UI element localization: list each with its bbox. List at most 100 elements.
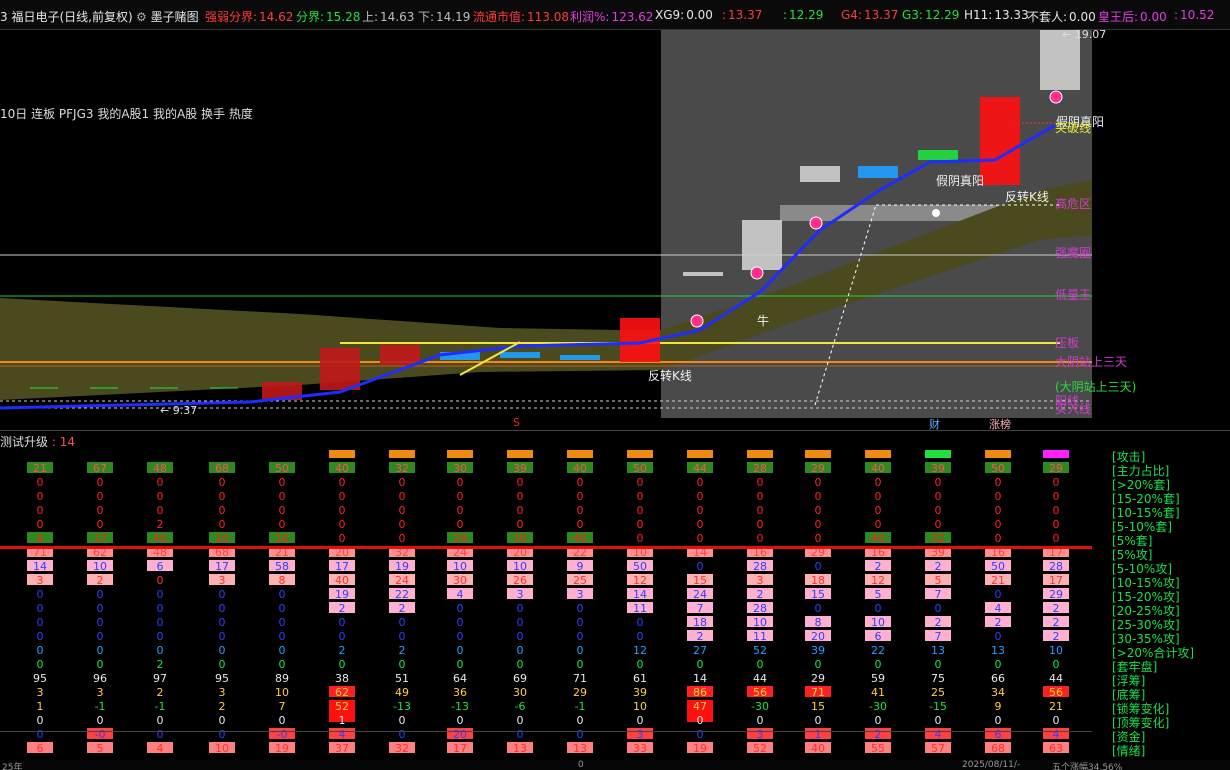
cell-qingxu-17: 63 xyxy=(1049,742,1063,755)
cell-t10-12: 0 xyxy=(757,504,764,517)
gear-icon[interactable]: ⚙ xyxy=(136,10,151,24)
cell-t5_10-11: 0 xyxy=(697,518,704,531)
header-field-13: H11: 13.33 xyxy=(964,8,1029,22)
cell-qingxu-16: 68 xyxy=(991,742,1005,755)
footer-left: 25年 xyxy=(2,763,23,770)
cell-fuchou-0: 95 xyxy=(33,672,47,685)
cell-t10-6: 0 xyxy=(399,504,406,517)
cell-dingchou-8: 0 xyxy=(517,714,524,727)
cell-dingchou-1: 0 xyxy=(97,714,104,727)
header-field-label: 强弱分界: xyxy=(205,10,258,24)
cell-g10_15-4: 8 xyxy=(279,574,286,587)
cell-t5-8: 30 xyxy=(513,532,527,545)
cell-dichou-3: 3 xyxy=(219,686,226,699)
cell-g15_20-14: 5 xyxy=(875,588,882,601)
cell-t10-17: 0 xyxy=(1053,504,1060,517)
cell-g5_10-8: 10 xyxy=(513,560,527,573)
cell-zhuli-5: 40 xyxy=(335,462,349,475)
cell-dichou-16: 34 xyxy=(991,686,1005,699)
cell-t5_10-5: 0 xyxy=(339,518,346,531)
cell-t5_10-13: 0 xyxy=(815,518,822,531)
cell-t10-15: 0 xyxy=(935,504,942,517)
cell-g10_15-0: 3 xyxy=(37,574,44,587)
cell-zijin-1: -0 xyxy=(95,728,106,741)
candle-12 xyxy=(980,97,1020,185)
attack-bar-9 xyxy=(567,450,593,458)
cell-t5_10-16: 0 xyxy=(995,518,1002,531)
cell-zhuli-7: 30 xyxy=(453,462,467,475)
kline-chart[interactable]: 10日 连板 PFJG3 我的A股1 我的A股 换手 热度 ← 19.07 ← 9.… xyxy=(0,30,1230,420)
header-field-label: XG9: xyxy=(655,8,685,22)
cell-zhuli-3: 68 xyxy=(215,462,229,475)
cell-dichou-9: 29 xyxy=(573,686,587,699)
cell-g15_20-17: 29 xyxy=(1049,588,1063,601)
right-label-3: 低量王 xyxy=(1055,288,1091,302)
candle-8 xyxy=(742,220,782,270)
cell-g5_10-17: 28 xyxy=(1049,560,1063,573)
right-label-2: 强魔圈 xyxy=(1055,245,1091,260)
cell-t20-3: 0 xyxy=(219,476,226,489)
cell-taolao-13: 0 xyxy=(815,658,822,671)
cell-qingxu-7: 17 xyxy=(453,742,467,755)
header-field-10: :12.29 xyxy=(783,8,823,22)
cell-g25_30-3: 0 xyxy=(219,616,226,629)
cell-fuchou-14: 59 xyxy=(871,672,885,685)
cell-taolao-11: 0 xyxy=(697,658,704,671)
cell-g10_15-14: 12 xyxy=(871,574,885,587)
right-label-5: 大阴站上三天 xyxy=(1055,355,1127,369)
cell-taolao-17: 0 xyxy=(1053,658,1060,671)
cell-t15-8: 0 xyxy=(517,490,524,503)
cell-zhuli-12: 28 xyxy=(753,462,767,475)
cell-fuchou-11: 14 xyxy=(693,672,707,685)
cell-t15-12: 0 xyxy=(757,490,764,503)
cell-zhuli-13: 29 xyxy=(811,462,825,475)
cell-t15-0: 0 xyxy=(37,490,44,503)
cell-g30_35-5: 0 xyxy=(339,630,346,643)
cell-g20_25-17: 2 xyxy=(1053,602,1060,615)
cell-t5-2: 40 xyxy=(153,532,167,545)
cell-qingxu-14: 55 xyxy=(871,742,885,755)
cell-t20-10: 0 xyxy=(637,476,644,489)
header-field-value: 14.63 xyxy=(380,10,415,24)
cell-zijin-6: 0 xyxy=(399,728,406,741)
cell-t15-5: 0 xyxy=(339,490,346,503)
cell-t20-8: 0 xyxy=(517,476,524,489)
cell-t20-4: 0 xyxy=(279,476,286,489)
row-label-21: [情绪] xyxy=(1112,744,1146,758)
cell-g30_35-10: 0 xyxy=(637,630,644,643)
cell-g5_10-12: 28 xyxy=(753,560,767,573)
indicator-panel[interactable]: 21 67 48 68 50 40 32 30 39 40 50 44 28 29 40 39 50 29 0 0 0 0… xyxy=(0,448,1230,760)
quote-header-bar: 3 福日电子(日线,前复权) ⚙ 墨子赌图 强弱分界: 14.62 分界: 15.28 上:… xyxy=(0,0,1230,30)
attack-bar-7 xyxy=(447,450,473,458)
cell-t5_10-6: 0 xyxy=(399,518,406,531)
attack-bar-12 xyxy=(747,450,773,458)
header-field-12: G3: 12.29 xyxy=(902,8,959,22)
header-field-9: :13.37 xyxy=(722,8,762,22)
cell-taolao-3: 0 xyxy=(219,658,226,671)
attack-bar-10 xyxy=(627,450,653,458)
candle-10 xyxy=(858,166,898,178)
cell-t5-11: 0 xyxy=(697,532,704,545)
cell-dingchou-17: 0 xyxy=(1053,714,1060,727)
panel-divider[interactable] xyxy=(0,430,1230,431)
cell-dichou-2: 2 xyxy=(157,686,164,699)
cell-t5_10-14: 0 xyxy=(875,518,882,531)
kline-chart-svg[interactable]: 10日 连板 PFJG3 我的A股1 我的A股 换手 热度 ← 19.07 ← 9.… xyxy=(0,30,1230,420)
cell-t10-8: 0 xyxy=(517,504,524,517)
cell-g30_35-3: 0 xyxy=(219,630,226,643)
signal-dot-2 xyxy=(809,216,823,230)
cell-g10_15-13: 18 xyxy=(811,574,825,587)
cell-taolao-7: 0 xyxy=(457,658,464,671)
header-field-value: 13.37 xyxy=(863,8,899,22)
cell-zhuli-9: 40 xyxy=(573,462,587,475)
cell-qingxu-3: 10 xyxy=(215,742,229,755)
cell-zijin-5: 4 xyxy=(339,728,346,741)
header-field-value: 13.37 xyxy=(728,8,763,22)
cell-g25_30-10: 0 xyxy=(637,616,644,629)
header-field-label: 皇王后: xyxy=(1098,10,1139,24)
cell-fuchou-12: 44 xyxy=(753,672,767,685)
cell-dingchou-9: 0 xyxy=(577,714,584,727)
cell-t10-9: 0 xyxy=(577,504,584,517)
cell-qingxu-15: 57 xyxy=(931,742,945,755)
header-field-value: 123.62 xyxy=(611,10,654,24)
